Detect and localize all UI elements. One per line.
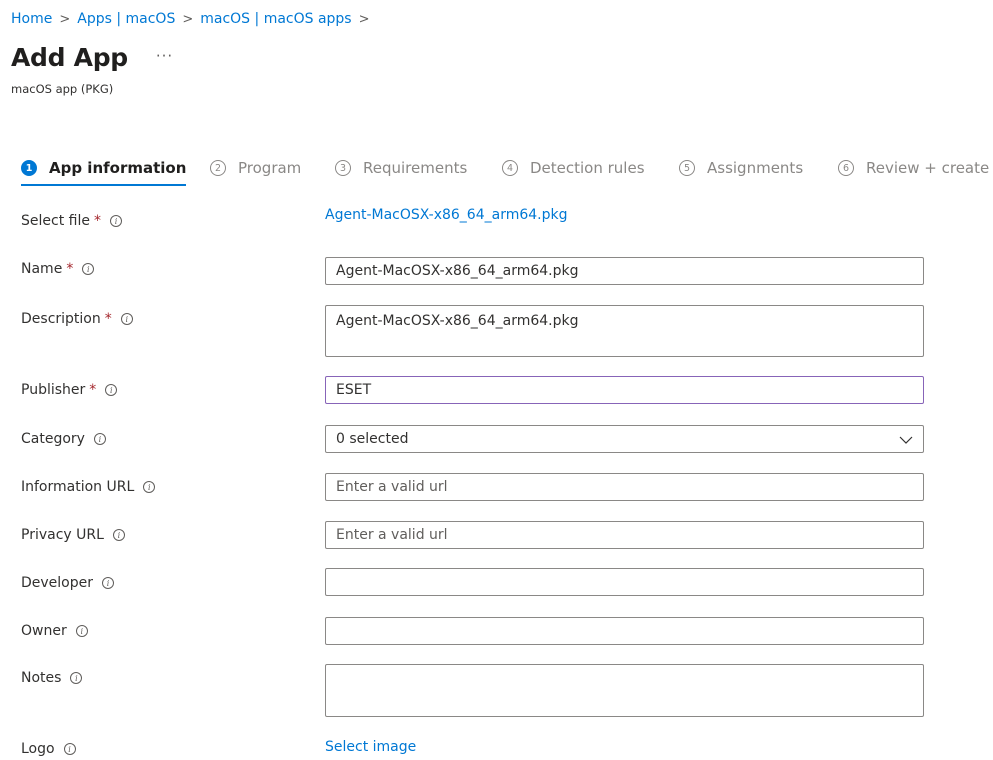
chevron-right-icon: > [358,11,370,27]
chevron-right-icon: > [59,11,71,27]
step-label: Detection rules [530,159,645,177]
step-review-create[interactable]: 6 Review + create [838,155,989,185]
privacy-url-input[interactable]: Enter a valid url [325,521,924,549]
breadcrumb: Home > Apps | macOS > macOS | macOS apps… [11,11,377,27]
step-label: Review + create [866,159,990,177]
info-icon[interactable]: i [120,313,133,325]
title-row: Add App ··· [11,43,173,72]
publisher-input[interactable]: ESET [325,376,924,404]
privacy-url-label: Privacy URL i [21,527,125,543]
step-number: 3 [335,160,351,176]
publisher-label: Publisher * i [21,382,118,398]
developer-input[interactable] [325,568,924,596]
step-number: 1 [21,160,37,176]
info-icon[interactable]: i [93,433,106,445]
chevron-right-icon: > [182,11,194,27]
required-marker: * [89,382,97,398]
category-label: Category i [21,431,106,447]
logo-label: Logo i [21,741,76,757]
step-assignments[interactable]: 5 Assignments [679,155,803,185]
step-detection-rules[interactable]: 4 Detection rules [502,155,645,185]
step-number: 4 [502,160,518,176]
step-label: Program [238,159,302,177]
page-title: Add App [11,43,128,72]
information-url-input[interactable]: Enter a valid url [325,473,924,501]
info-icon[interactable]: i [105,384,118,396]
step-label: App information [49,159,187,177]
description-textarea[interactable]: Agent-MacOSX-x86_64_arm64.pkg [325,305,924,357]
step-number: 5 [679,160,695,176]
info-icon[interactable]: i [63,743,76,755]
info-icon[interactable]: i [102,577,115,589]
notes-textarea[interactable] [325,664,924,717]
owner-label: Owner i [21,623,88,639]
step-requirements[interactable]: 3 Requirements [335,155,467,185]
breadcrumb-home[interactable]: Home [11,11,52,27]
select-file-label: Select file * i [21,213,122,229]
developer-label: Developer i [21,575,115,591]
required-marker: * [93,213,101,229]
info-icon[interactable]: i [82,263,95,275]
select-image-link[interactable]: Select image [325,739,416,755]
notes-label: Notes i [21,670,83,686]
breadcrumb-macos-apps[interactable]: macOS | macOS apps [200,11,351,27]
description-label: Description * i [21,311,133,327]
required-marker: * [104,311,112,327]
step-number: 6 [838,160,854,176]
info-icon[interactable]: i [70,672,83,684]
step-number: 2 [210,160,226,176]
wizard-steps: 1 App information 2 Program 3 Requiremen… [21,155,993,186]
category-dropdown[interactable]: 0 selected [325,425,924,453]
required-marker: * [66,261,74,277]
step-app-information[interactable]: 1 App information [21,155,187,186]
more-options-button[interactable]: ··· [156,47,173,65]
info-icon[interactable]: i [112,529,125,541]
select-file-link[interactable]: Agent-MacOSX-x86_64_arm64.pkg [325,207,567,223]
information-url-label: Information URL i [21,479,156,495]
step-label: Assignments [707,159,804,177]
info-icon[interactable]: i [75,625,88,637]
step-program[interactable]: 2 Program [210,155,301,185]
info-icon[interactable]: i [143,481,156,493]
breadcrumb-apps-macos[interactable]: Apps | macOS [77,11,175,27]
step-label: Requirements [363,159,468,177]
info-icon[interactable]: i [109,215,122,227]
chevron-down-icon [899,436,913,444]
name-label: Name * i [21,261,95,277]
page-subtitle: macOS app (PKG) [11,82,114,96]
owner-input[interactable] [325,617,924,645]
name-input[interactable]: Agent-MacOSX-x86_64_arm64.pkg [325,257,924,285]
